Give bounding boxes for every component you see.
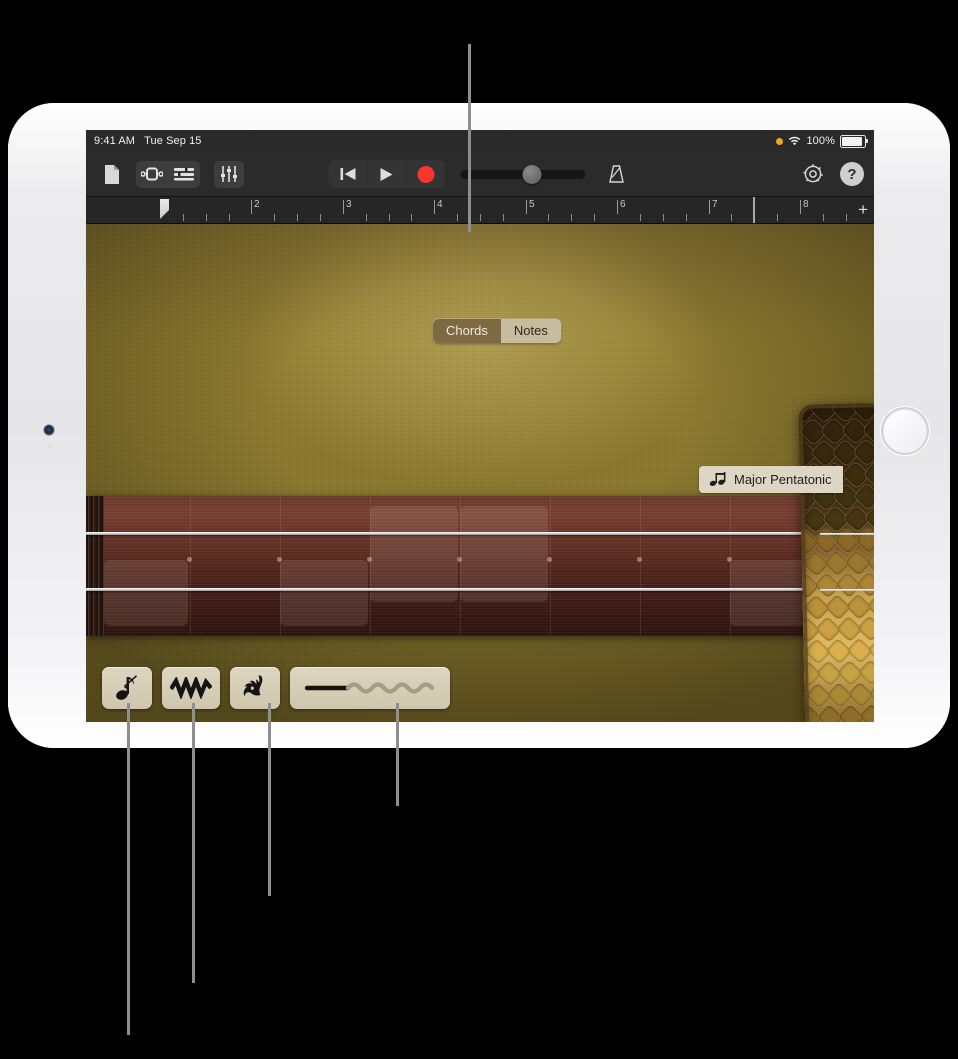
callout-horse-head	[268, 703, 271, 896]
callout-vibrato-wave	[192, 703, 195, 983]
status-bar: 9:41 AM Tue Sep 15 100%	[86, 130, 874, 152]
ruler-tick	[182, 214, 184, 221]
ruler-tick	[548, 214, 550, 221]
mode-switch[interactable]: Chords Notes	[433, 319, 561, 343]
orange-dot-icon	[776, 137, 784, 145]
snakeskin-scale	[855, 571, 874, 598]
ruler-tick	[297, 214, 299, 221]
app-screen: 9:41 AM Tue Sep 15 100% ? 2 3 4 5 6 7 8 …	[86, 130, 874, 722]
ruler-bar-number: 8	[803, 199, 809, 210]
note-cell[interactable]	[104, 560, 188, 626]
playhead-marker[interactable]	[160, 199, 169, 219]
snakeskin-scale	[863, 460, 874, 488]
ruler-tick	[571, 214, 573, 221]
instrument-controls-bar	[86, 652, 874, 722]
scale-label[interactable]: Major Pentatonic	[699, 466, 843, 493]
vibrato-depth-slider[interactable]	[290, 667, 450, 709]
settings-gear-icon[interactable]	[798, 161, 828, 188]
outer-string-extension	[820, 589, 874, 591]
outer-string[interactable]	[86, 588, 820, 591]
volume-slider[interactable]	[460, 164, 586, 184]
ruler-tick	[822, 214, 824, 221]
ipad-device: 9:41 AM Tue Sep 15 100% ? 2 3 4 5 6 7 8 …	[8, 103, 950, 748]
snakeskin-scale	[855, 527, 874, 554]
fingerboard[interactable]	[86, 496, 820, 636]
callout-mode-switch	[468, 44, 471, 232]
home-button[interactable]	[883, 409, 927, 453]
snakeskin-scale	[862, 416, 874, 444]
inner-string-extension	[820, 533, 874, 535]
playhead-line	[753, 197, 755, 223]
ruler-tick	[502, 214, 504, 221]
track-view-icon[interactable]	[136, 161, 168, 188]
snakeskin-scale	[864, 504, 874, 532]
volume-slider-knob[interactable]	[522, 164, 542, 184]
my-songs-icon[interactable]	[96, 161, 126, 188]
inner-string[interactable]	[86, 532, 820, 535]
ruler-tick	[205, 214, 207, 221]
add-section-button[interactable]: +	[858, 201, 868, 218]
callout-autoplay-note	[127, 703, 130, 1035]
nut	[86, 496, 104, 636]
ruler-bar-number: 2	[254, 199, 260, 210]
ruler-bar-number: 4	[437, 199, 443, 210]
ruler-tick	[685, 214, 687, 221]
fx-sliders-icon[interactable]	[214, 160, 244, 188]
ruler-tick	[479, 214, 481, 221]
snakeskin-scale	[856, 615, 874, 642]
ruler-tick	[365, 214, 367, 221]
ruler-bar-number: 3	[346, 199, 352, 210]
ambient-sensor-icon	[47, 444, 52, 449]
callout-vibrato-slider	[396, 703, 399, 806]
zigzag-wave-icon	[170, 677, 212, 699]
ruler-tick	[845, 214, 847, 221]
horse-head-button[interactable]	[230, 667, 280, 709]
vibrato-wave-button[interactable]	[162, 667, 220, 709]
tab-notes[interactable]: Notes	[500, 319, 561, 343]
snakeskin-scale	[854, 483, 874, 510]
play-icon[interactable]	[366, 160, 406, 188]
mixer-icon[interactable]	[168, 161, 200, 188]
ruler-bar-number: 7	[712, 199, 718, 210]
ruler-tick	[388, 214, 390, 221]
snakeskin-scale	[865, 548, 874, 576]
view-toggle-group	[136, 160, 200, 188]
note-cell[interactable]	[280, 560, 368, 626]
ruler-tick	[662, 214, 664, 221]
straight-to-wavy-line-icon	[304, 676, 436, 700]
ruler-tick	[594, 214, 596, 221]
front-camera-icon	[44, 425, 54, 435]
wifi-icon	[788, 136, 801, 147]
ruler-bar-number: 5	[529, 199, 535, 210]
ruler-tick	[639, 214, 641, 221]
horse-head-icon	[240, 674, 270, 702]
metronome-icon[interactable]	[602, 161, 632, 188]
ruler-bar-number: 6	[620, 199, 626, 210]
ruler-tick	[274, 214, 276, 221]
status-date: Tue Sep 15	[144, 135, 202, 147]
note-glissando-icon	[114, 674, 140, 702]
snakeskin-scale	[866, 592, 874, 620]
double-eighth-note-icon	[709, 472, 727, 487]
scale-label-text: Major Pentatonic	[734, 472, 832, 487]
help-button[interactable]: ?	[840, 162, 864, 186]
battery-percent: 100%	[806, 135, 835, 147]
transport-controls	[328, 160, 632, 188]
snakeskin-scale	[853, 439, 874, 466]
ruler-tick	[457, 214, 459, 221]
ruler-tick	[228, 214, 230, 221]
battery-icon	[840, 134, 868, 148]
record-icon[interactable]	[405, 160, 445, 188]
instrument-stage[interactable]: Chords Notes Major Pentatonic	[86, 224, 874, 722]
status-time: 9:41 AM	[94, 135, 136, 147]
ruler-tick	[731, 214, 733, 221]
rewind-icon[interactable]	[329, 160, 367, 188]
timeline-ruler[interactable]: 1 2 3 4 5 6 7 8	[86, 197, 874, 224]
tab-chords[interactable]: Chords	[433, 319, 501, 343]
app-toolbar: ?	[86, 152, 874, 197]
ruler-tick	[319, 214, 321, 221]
ruler-tick	[411, 214, 413, 221]
ruler-tick	[776, 214, 778, 221]
